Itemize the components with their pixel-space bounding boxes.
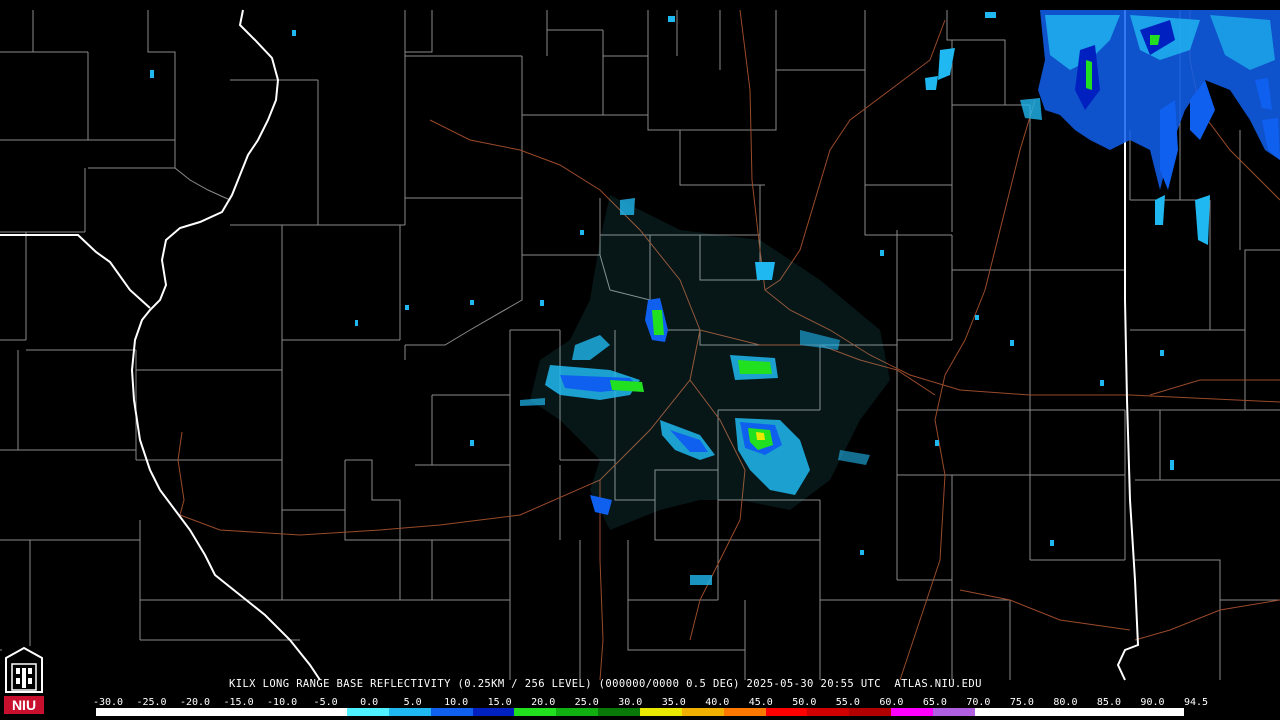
scale-label: 35.0 xyxy=(661,697,686,708)
color-bar-segment xyxy=(891,708,933,716)
logo-text: NIU xyxy=(12,697,36,713)
reflectivity-color-bar xyxy=(96,708,1184,716)
color-bar-segment xyxy=(974,708,1017,716)
color-bar-segment xyxy=(723,708,766,716)
color-bar-segment xyxy=(932,708,975,716)
scale-label: 40.0 xyxy=(705,697,730,708)
radar-map-view: NIU KILX LONG RANGE BASE REFLECTIVITY (0… xyxy=(0,0,1280,720)
color-bar-segment xyxy=(388,708,431,716)
color-bar-segment xyxy=(1058,708,1101,716)
reflectivity-echoes xyxy=(150,10,1280,585)
color-bar-segment xyxy=(305,708,348,716)
scale-label: -30.0 xyxy=(92,697,124,708)
color-bar-segment xyxy=(1100,708,1143,716)
color-bar-segment xyxy=(598,708,640,716)
product-caption: KILX LONG RANGE BASE REFLECTIVITY (0.25K… xyxy=(229,678,982,690)
scale-label: 94.5 xyxy=(1183,697,1209,708)
color-bar-segment xyxy=(137,708,180,716)
scale-label: 60.0 xyxy=(879,697,904,708)
scale-label: -15.0 xyxy=(223,697,254,708)
scale-label: 30.0 xyxy=(618,697,643,708)
color-bar-segment xyxy=(472,708,515,716)
scale-label: 0.0 xyxy=(360,697,379,708)
scale-label: 90.0 xyxy=(1140,697,1165,708)
scale-label: 50.0 xyxy=(792,697,817,708)
scale-label: 5.0 xyxy=(403,697,422,708)
color-bar-segment xyxy=(849,708,892,716)
scale-label: 25.0 xyxy=(574,697,599,708)
scale-label: 45.0 xyxy=(748,697,773,708)
color-bar-segment xyxy=(807,708,850,716)
scale-label: 70.0 xyxy=(966,697,991,708)
color-bar-segment xyxy=(681,708,724,716)
scale-label: -5.0 xyxy=(313,697,338,708)
scale-label: 20.0 xyxy=(531,697,556,708)
scale-label: -25.0 xyxy=(136,697,167,708)
color-bar-segment xyxy=(514,708,557,716)
scale-label: 65.0 xyxy=(922,697,947,708)
color-bar-segment xyxy=(1142,708,1184,716)
scale-label: 80.0 xyxy=(1053,697,1078,708)
color-bar-segment xyxy=(430,708,473,716)
scale-label: 55.0 xyxy=(835,697,860,708)
scale-label: 85.0 xyxy=(1096,697,1121,708)
color-bar-segment xyxy=(179,708,222,716)
color-bar-segment xyxy=(1016,708,1059,716)
scale-label: 75.0 xyxy=(1009,697,1034,708)
color-bar-segment xyxy=(765,708,808,716)
scale-label: -20.0 xyxy=(179,697,211,708)
niu-logo: NIU xyxy=(2,646,46,716)
color-bar-segment xyxy=(639,708,682,716)
scale-label: -10.0 xyxy=(267,697,298,708)
color-bar-segment xyxy=(221,708,264,716)
color-bar-segment xyxy=(263,708,306,716)
scale-label: 15.0 xyxy=(487,697,512,708)
color-bar-segment xyxy=(347,708,389,716)
radar-map xyxy=(0,9,1280,681)
scale-label: 10.0 xyxy=(444,697,469,708)
color-bar-segment xyxy=(96,708,138,716)
color-bar-segment xyxy=(556,708,599,716)
